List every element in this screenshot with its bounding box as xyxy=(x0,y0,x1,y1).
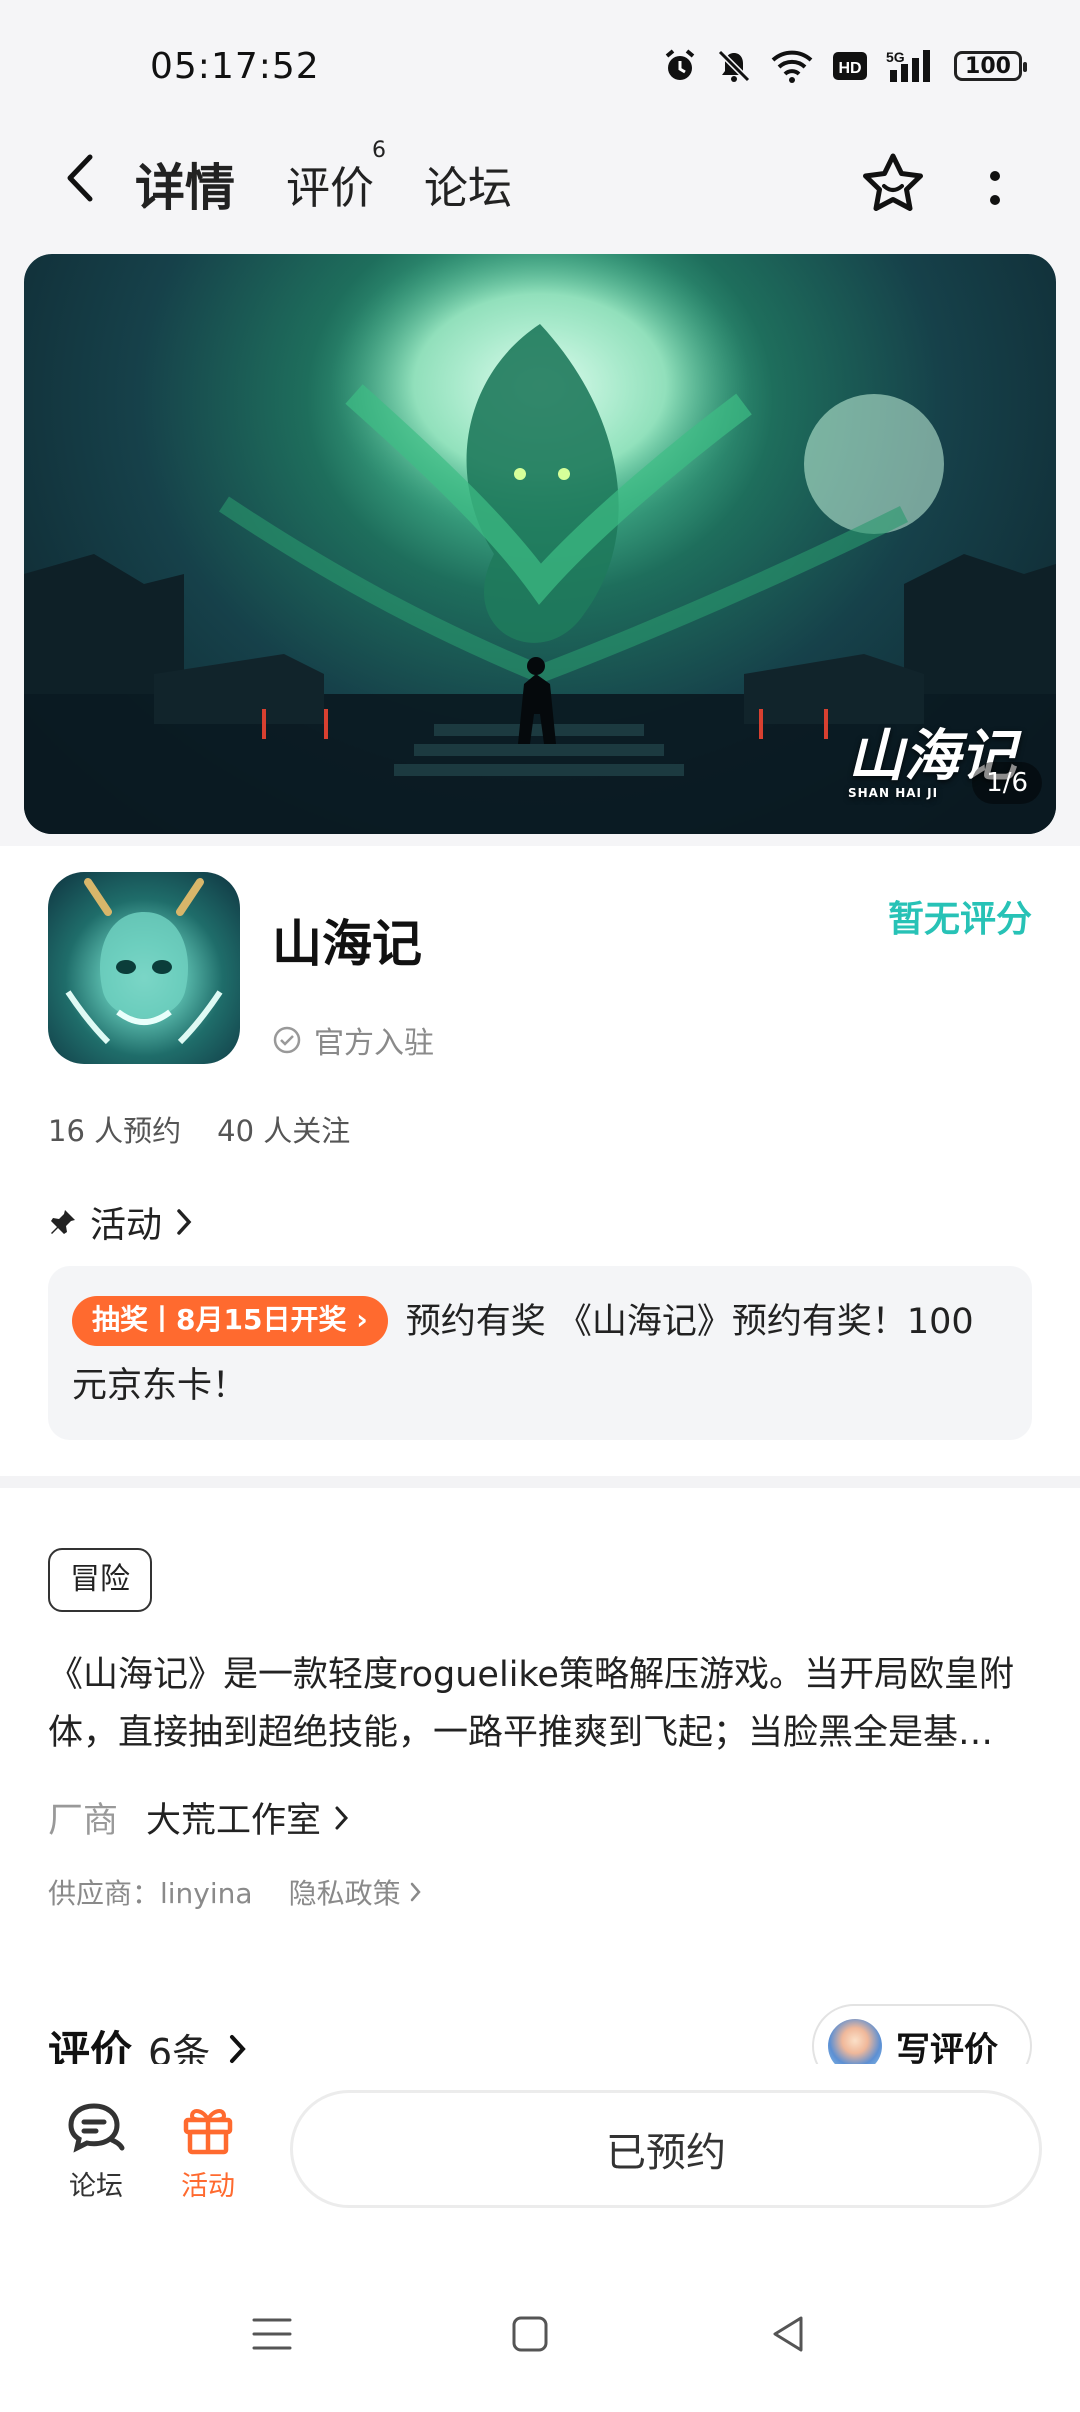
menu-lines-icon xyxy=(252,2318,292,2350)
back-arrow-icon xyxy=(67,154,93,202)
tab-detail-label: 详情 xyxy=(135,159,235,217)
follower-count: 40 人关注 xyxy=(217,1114,351,1148)
genre-tag[interactable]: 冒险 xyxy=(48,1548,152,1612)
more-dot-icon xyxy=(990,195,1000,205)
5g-signal-icon: 5G xyxy=(886,49,930,82)
reservation-count: 16 人预约 xyxy=(48,1114,182,1148)
svg-text:HD: HD xyxy=(838,60,861,77)
section-divider xyxy=(0,1476,1080,1488)
forum-chat-icon xyxy=(68,2103,125,2153)
chevron-right-icon: › xyxy=(356,1303,368,1336)
bottom-activity-label: 活动 xyxy=(181,2171,235,2202)
more-options-button[interactable] xyxy=(975,158,1015,218)
banner-page-counter: 1/6 xyxy=(972,762,1042,804)
bottom-forum-label: 论坛 xyxy=(69,2171,123,2202)
game-icon xyxy=(48,872,240,1064)
tab-forum-label: 论坛 xyxy=(424,163,512,214)
status-bar: 05:17:52 HD 5G 100 xyxy=(0,0,1080,118)
svg-text:5G: 5G xyxy=(886,49,905,65)
activity-heading: 活动 xyxy=(90,1205,163,1246)
privacy-policy-link[interactable]: 隐私政策 xyxy=(289,1872,423,1912)
top-nav: 详情 评价 6 论坛 xyxy=(0,118,1080,248)
activity-header[interactable]: 活动 xyxy=(48,1196,194,1248)
battery-icon: 100 xyxy=(954,51,1027,81)
status-time: 05:17:52 xyxy=(150,46,320,87)
chevron-right-icon xyxy=(177,1209,192,1235)
pin-icon xyxy=(51,1210,75,1234)
tab-forum[interactable]: 论坛 xyxy=(424,152,512,216)
dragon-icon xyxy=(65,878,223,1045)
game-stats: 16 人预约 40 人关注 xyxy=(48,1108,350,1150)
banner-section: 山海记 SHAN HAI JI 1/6 xyxy=(0,248,1080,846)
status-icons: HD 5G 100 xyxy=(662,44,1027,88)
alarm-icon xyxy=(665,49,695,80)
lottery-tag[interactable]: 抽奖丨8月15日开奖 › xyxy=(72,1296,388,1346)
bottom-forum-button[interactable]: 论坛 xyxy=(56,2100,136,2203)
supplier-row: 供应商：linyina 隐私政策 xyxy=(48,1872,423,1912)
back-button[interactable] xyxy=(50,148,110,208)
star-icon xyxy=(863,153,923,211)
game-description[interactable]: 《山海记》是一款轻度roguelike策略解压游戏。当开局欧皇附体，直接抽到超绝… xyxy=(48,1646,1032,1762)
supplier-text: 供应商：linyina xyxy=(48,1877,253,1910)
game-title: 山海记 xyxy=(272,915,422,973)
tab-review-label: 评价 xyxy=(286,163,374,214)
verified-check-icon xyxy=(273,1026,301,1054)
hd-icon: HD xyxy=(833,52,867,80)
activity-content: 抽奖丨8月15日开奖 › 预约有奖 《山海记》预约有奖！100元京东卡！ xyxy=(72,1290,1008,1418)
bottom-activity-button[interactable]: 活动 xyxy=(168,2100,248,2203)
rating-text: 暂无评分 xyxy=(887,899,1032,940)
chevron-right-icon xyxy=(335,1806,349,1829)
home-square-icon xyxy=(512,2316,548,2352)
favorite-button[interactable] xyxy=(858,148,928,218)
vendor-name: 大荒工作室 xyxy=(146,1801,322,1841)
official-badge: 官方入驻 xyxy=(272,1018,434,1062)
privacy-label: 隐私政策 xyxy=(288,1877,401,1910)
reserved-button[interactable]: 已预约 xyxy=(290,2090,1042,2208)
vendor-link[interactable]: 大荒工作室 xyxy=(146,1792,351,1843)
mute-icon xyxy=(717,49,751,83)
more-dot-icon xyxy=(990,171,1000,181)
chevron-right-icon xyxy=(410,1882,421,1902)
home-button[interactable] xyxy=(500,2304,560,2364)
tab-review[interactable]: 评价 6 xyxy=(286,138,386,216)
official-label: 官方入驻 xyxy=(314,1026,434,1061)
back-nav-button[interactable] xyxy=(758,2304,818,2364)
tab-detail[interactable]: 详情 xyxy=(131,148,239,220)
banner-carousel[interactable]: 山海记 SHAN HAI JI 1/6 xyxy=(24,254,1056,834)
activity-card[interactable]: 抽奖丨8月15日开奖 › 预约有奖 《山海记》预约有奖！100元京东卡！ xyxy=(48,1266,1032,1440)
bottom-action-bar: 论坛 活动 已预约 xyxy=(0,2064,1080,2244)
gift-icon xyxy=(183,2109,233,2155)
system-navigation-bar xyxy=(0,2244,1080,2412)
wifi-icon xyxy=(771,50,813,83)
lottery-tag-label: 抽奖丨8月15日开奖 xyxy=(92,1303,347,1336)
chevron-right-icon xyxy=(230,2035,246,2063)
vendor-row[interactable]: 厂商 大荒工作室 xyxy=(48,1792,351,1843)
back-triangle-icon xyxy=(773,2316,803,2352)
tab-review-badge: 6 xyxy=(372,138,386,163)
recents-button[interactable] xyxy=(242,2304,302,2364)
vendor-label: 厂商 xyxy=(48,1801,119,1841)
